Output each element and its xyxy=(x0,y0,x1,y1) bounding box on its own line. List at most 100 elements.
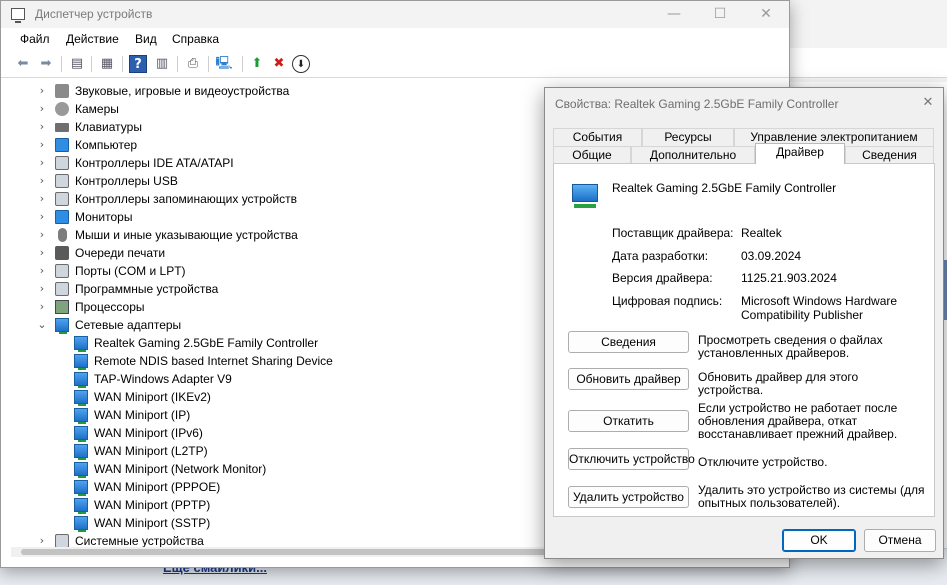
tab-events[interactable]: События xyxy=(553,128,642,146)
tree-item-label: WAN Miniport (PPTP) xyxy=(94,498,211,512)
toolbar-separator xyxy=(122,56,123,72)
camera-icon xyxy=(55,102,69,116)
expand-chevron-icon[interactable]: › xyxy=(36,532,48,547)
properties-dialog: Свойства: Realtek Gaming 2.5GbE Family C… xyxy=(544,87,944,559)
ok-button[interactable]: OK xyxy=(782,529,856,552)
driver-details-button[interactable]: Сведения xyxy=(568,331,689,353)
driver-tab-panel: Realtek Gaming 2.5GbE Family Controller … xyxy=(553,163,935,517)
network-adapter-icon xyxy=(570,184,600,210)
expand-chevron-icon[interactable]: › xyxy=(36,82,48,100)
expand-chevron-icon[interactable]: › xyxy=(36,280,48,298)
tab-details[interactable]: Сведения xyxy=(845,146,934,164)
update-driver-button[interactable]: Обновить драйвер xyxy=(568,368,689,390)
tree-item-label: Порты (COM и LPT) xyxy=(75,264,186,278)
network-adapter-icon xyxy=(74,426,88,442)
tab-advanced[interactable]: Дополнительно xyxy=(631,146,755,164)
properties-icon[interactable]: ▦ xyxy=(98,55,116,73)
update-driver-description: Обновить драйвер для этого устройства. xyxy=(698,370,859,397)
dialog-close-button[interactable]: ✕ xyxy=(915,92,941,114)
help-icon[interactable]: ? xyxy=(129,55,147,73)
tree-item-label: Контроллеры запоминающих устройств xyxy=(75,192,297,206)
network-adapter-icon xyxy=(74,336,88,352)
toolbar-separator xyxy=(242,56,243,72)
disable-device-description: Отключите устройство. xyxy=(698,455,828,469)
tree-item-label: WAN Miniport (IPv6) xyxy=(94,426,203,440)
roll-back-driver-button[interactable]: Откатить xyxy=(568,410,689,432)
tree-item-label: WAN Miniport (SSTP) xyxy=(94,516,211,530)
network-adapter-icon xyxy=(55,318,69,334)
toolbar-separator xyxy=(177,56,178,72)
computer-icon xyxy=(55,138,69,152)
expand-chevron-icon[interactable]: › xyxy=(36,118,48,136)
minimize-button[interactable]: — xyxy=(651,1,697,28)
driver-date-label: Дата разработки: xyxy=(612,249,709,263)
expand-chevron-icon[interactable]: › xyxy=(36,244,48,262)
tree-item-label: Сетевые адаптеры xyxy=(75,318,182,332)
tree-item-label: WAN Miniport (PPPOE) xyxy=(94,480,221,494)
tree-item-label: Клавиатуры xyxy=(75,120,142,134)
collapse-chevron-icon[interactable]: ⌄ xyxy=(36,316,48,334)
network-adapter-icon xyxy=(74,408,88,424)
maximize-button[interactable]: ☐ xyxy=(697,1,743,28)
driver-version-label: Версия драйвера: xyxy=(612,271,713,285)
uninstall-device-icon[interactable]: ✖ xyxy=(270,55,288,73)
disable-device-icon[interactable]: ⬇ xyxy=(292,55,310,73)
monitor-icon xyxy=(55,210,69,224)
keyboard-icon xyxy=(55,123,69,132)
tree-item-label: WAN Miniport (Network Monitor) xyxy=(94,462,267,476)
expand-chevron-icon[interactable]: › xyxy=(36,136,48,154)
tree-item-label: Контроллеры USB xyxy=(75,174,178,188)
scan-hardware-icon[interactable]: 🖳 xyxy=(215,55,233,73)
menu-action[interactable]: Действие xyxy=(66,32,119,46)
tab-driver[interactable]: Драйвер xyxy=(755,143,845,164)
driver-details-description: Просмотреть сведения о файлах установлен… xyxy=(698,333,883,360)
tree-item-label: WAN Miniport (IP) xyxy=(94,408,191,422)
ide-controller-icon xyxy=(55,156,69,170)
network-adapter-icon xyxy=(74,498,88,514)
network-adapter-icon xyxy=(74,444,88,460)
expand-chevron-icon[interactable]: › xyxy=(36,172,48,190)
menu-help[interactable]: Справка xyxy=(172,32,219,46)
uninstall-device-button[interactable]: Удалить устройство xyxy=(568,486,689,508)
show-hide-console-tree-icon[interactable]: ▤ xyxy=(68,55,86,73)
network-adapter-icon xyxy=(74,390,88,406)
printer-icon xyxy=(55,246,69,260)
tab-resources[interactable]: Ресурсы xyxy=(642,128,734,146)
expand-chevron-icon[interactable]: › xyxy=(36,262,48,280)
tree-item-label: Realtek Gaming 2.5GbE Family Controller xyxy=(94,336,319,350)
close-window-button[interactable]: ✕ xyxy=(743,1,789,28)
toolbar-separator xyxy=(91,56,92,72)
forward-arrow-icon[interactable]: ➡ xyxy=(37,55,55,73)
roll-back-driver-description: Если устройство не работает после обновл… xyxy=(698,401,898,441)
device-name: Realtek Gaming 2.5GbE Family Controller xyxy=(612,181,837,195)
network-adapter-icon xyxy=(74,462,88,478)
software-device-icon xyxy=(55,282,69,296)
expand-chevron-icon[interactable]: › xyxy=(36,208,48,226)
menu-bar: Файл Действие Вид Справка xyxy=(1,28,789,50)
tree-item-label: Remote NDIS based Internet Sharing Devic… xyxy=(94,354,333,368)
tree-item-label: Компьютер xyxy=(75,138,138,152)
cancel-button[interactable]: Отмена xyxy=(864,529,936,552)
tree-item-label: Системные устройства xyxy=(75,534,204,547)
action-pane-icon[interactable]: ▥ xyxy=(153,55,171,73)
expand-chevron-icon[interactable]: › xyxy=(36,190,48,208)
mouse-icon xyxy=(58,228,67,242)
processor-icon xyxy=(55,300,69,314)
back-arrow-icon[interactable]: ⬅ xyxy=(14,55,32,73)
expand-chevron-icon[interactable]: › xyxy=(36,226,48,244)
expand-chevron-icon[interactable]: › xyxy=(36,100,48,118)
print-icon[interactable]: ⎙ xyxy=(184,55,202,73)
tree-item-label: WAN Miniport (IKEv2) xyxy=(94,390,211,404)
menu-view[interactable]: Вид xyxy=(135,32,157,46)
toolbar-separator xyxy=(61,56,62,72)
tab-general[interactable]: Общие xyxy=(553,146,631,164)
uninstall-device-description: Удалить это устройство из системы (для о… xyxy=(698,483,925,510)
tree-item-label: Очереди печати xyxy=(75,246,166,260)
expand-chevron-icon[interactable]: › xyxy=(36,154,48,172)
dialog-titlebar: Свойства: Realtek Gaming 2.5GbE Family C… xyxy=(545,88,943,118)
update-driver-icon[interactable]: ⬆ xyxy=(248,55,266,73)
menu-file[interactable]: Файл xyxy=(20,32,50,46)
expand-chevron-icon[interactable]: › xyxy=(36,298,48,316)
disable-device-button[interactable]: Отключить устройство xyxy=(568,448,695,470)
network-adapter-icon xyxy=(74,372,88,388)
